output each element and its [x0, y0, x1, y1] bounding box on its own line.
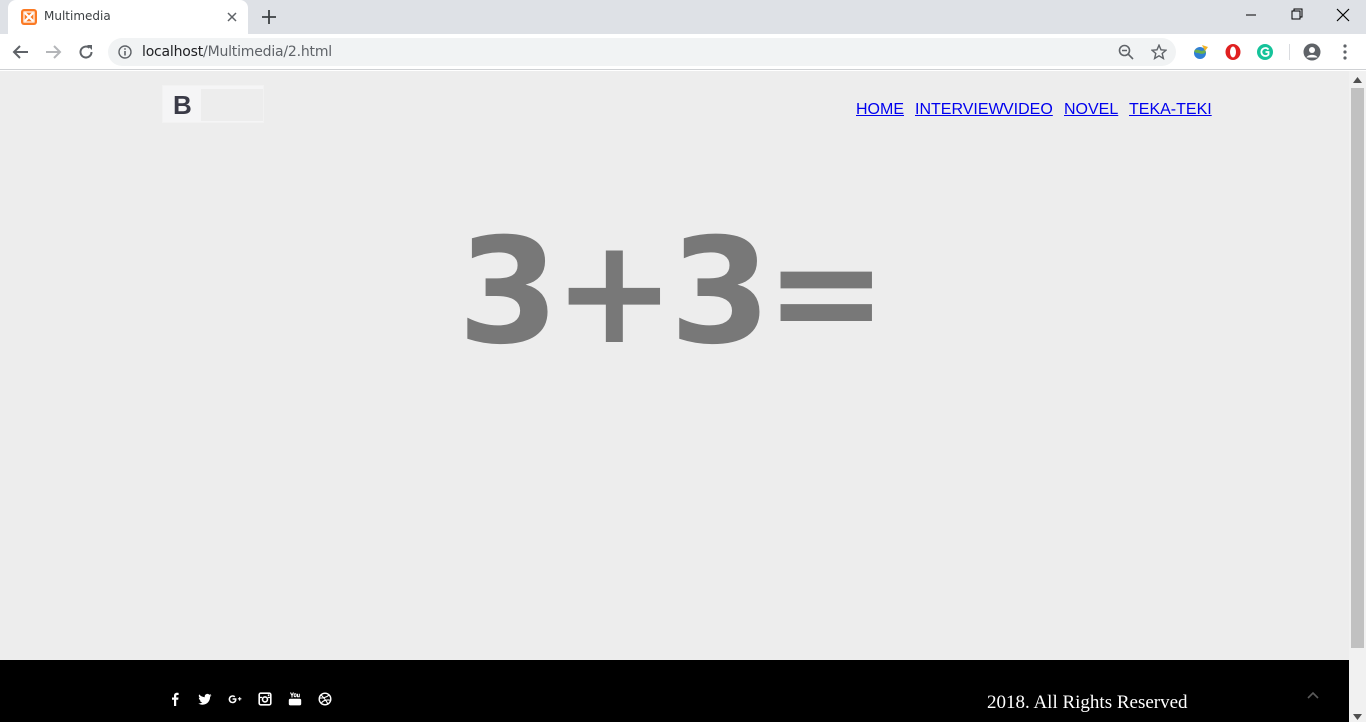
- nav-interview[interactable]: INTERVIEW: [915, 101, 1004, 119]
- close-icon[interactable]: [224, 9, 240, 25]
- extension-globe-icon[interactable]: [1192, 43, 1210, 61]
- forward-icon[interactable]: [44, 43, 62, 61]
- nav-teka-teki[interactable]: TEKA-TEKI: [1129, 101, 1212, 119]
- site-footer: 2018. All Rights Reserved: [0, 660, 1349, 722]
- page-content: B HOME INTERVIEW VIDEO NOVEL TEKA-TEKI 3…: [0, 71, 1349, 722]
- reload-icon[interactable]: [77, 43, 95, 61]
- browser-tab[interactable]: Multimedia: [8, 0, 248, 34]
- restore-icon[interactable]: [1284, 4, 1310, 26]
- url-host: localhost: [142, 44, 204, 60]
- scroll-up-arrow-icon[interactable]: [1353, 77, 1362, 83]
- twitter-icon[interactable]: [198, 692, 212, 706]
- star-icon[interactable]: [1151, 44, 1167, 60]
- zoom-icon[interactable]: [1118, 44, 1134, 60]
- address-bar[interactable]: localhost/Multimedia/2.html: [108, 38, 1176, 66]
- url-path: /Multimedia/2.html: [203, 44, 332, 60]
- scroll-down-arrow-icon[interactable]: [1353, 714, 1362, 720]
- toolbar-divider: [1289, 44, 1290, 60]
- browser-tab-strip: Multimedia: [0, 0, 1366, 34]
- menu-dots-icon[interactable]: [1336, 43, 1354, 61]
- scrollbar-thumb[interactable]: [1351, 88, 1364, 648]
- back-icon[interactable]: [12, 43, 30, 61]
- info-icon[interactable]: [118, 45, 132, 59]
- profile-icon[interactable]: [1303, 43, 1321, 61]
- chevron-up-icon[interactable]: [1306, 690, 1320, 700]
- logo-letter: B: [173, 90, 192, 120]
- url-text: localhost/Multimedia/2.html: [142, 44, 332, 60]
- facebook-icon[interactable]: [168, 692, 182, 706]
- instagram-icon[interactable]: [258, 692, 272, 706]
- nav-video[interactable]: VIDEO: [1003, 101, 1053, 119]
- dribbble-icon[interactable]: [318, 692, 332, 706]
- window-close-icon[interactable]: [1330, 4, 1356, 26]
- opera-icon[interactable]: [1224, 43, 1242, 61]
- logo-image-area: [201, 89, 263, 121]
- youtube-icon[interactable]: [288, 692, 302, 706]
- browser-toolbar: localhost/Multimedia/2.html: [0, 34, 1366, 70]
- site-logo[interactable]: B: [162, 85, 264, 123]
- minimize-icon[interactable]: [1238, 4, 1264, 26]
- nav-novel[interactable]: NOVEL: [1064, 101, 1118, 119]
- plus-icon[interactable]: [260, 8, 278, 26]
- xampp-favicon-icon: [21, 9, 37, 25]
- page-scrollbar[interactable]: [1349, 71, 1366, 722]
- copyright-text: 2018. All Rights Reserved: [987, 692, 1188, 713]
- nav-home[interactable]: HOME: [856, 101, 904, 119]
- puzzle-equation: 3+3=: [457, 207, 888, 377]
- google-plus-icon[interactable]: [228, 692, 242, 706]
- tab-title: Multimedia: [44, 9, 111, 23]
- grammarly-icon[interactable]: [1256, 43, 1274, 61]
